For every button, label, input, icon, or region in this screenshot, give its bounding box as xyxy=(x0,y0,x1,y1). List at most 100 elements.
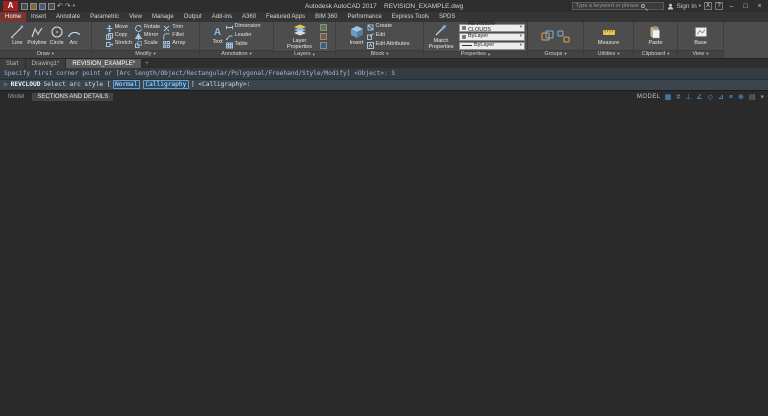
ribbon-tab-output[interactable]: Output xyxy=(179,12,207,22)
edit-attributes-button[interactable]: Edit Attributes xyxy=(367,42,410,49)
layer-isolate-icon[interactable] xyxy=(320,33,327,40)
panel-label-utilities[interactable]: Utilities▾ xyxy=(584,50,633,58)
layer-freeze-icon[interactable] xyxy=(320,42,327,49)
move-button[interactable]: Move xyxy=(106,25,132,32)
insert-button[interactable]: Insert xyxy=(350,25,364,46)
leader-button[interactable]: Leader xyxy=(226,33,261,40)
new-icon[interactable] xyxy=(21,3,28,10)
open-icon[interactable] xyxy=(30,3,37,10)
match-properties-button[interactable]: Match Properties xyxy=(426,23,456,50)
application-menu-button[interactable]: A xyxy=(3,1,18,11)
ribbon-tab-home[interactable]: Home xyxy=(0,12,26,22)
panel-label-clipboard[interactable]: Clipboard▾ xyxy=(634,50,677,58)
array-button[interactable]: Array xyxy=(163,41,185,48)
table-icon xyxy=(226,42,233,49)
panel-label-annotation[interactable]: Annotation▾ xyxy=(200,50,273,58)
panel-label-groups[interactable]: Groups▾ xyxy=(528,50,583,58)
command-line[interactable]: Specify first corner point or [Arc lengt… xyxy=(0,68,768,90)
linetype-dropdown[interactable]: ByLayer ▾ xyxy=(459,42,525,50)
minimize-button[interactable]: – xyxy=(726,1,737,11)
scale-button[interactable]: Scale xyxy=(135,41,160,48)
layer-properties-button[interactable]: Layer Properties xyxy=(283,23,317,50)
ribbon-tab-express-tools[interactable]: Express Tools xyxy=(387,12,434,22)
layout-tab-sections-and-details[interactable]: SECTIONS AND DETAILS xyxy=(32,93,113,101)
model-space-indicator[interactable]: MODEL xyxy=(637,94,661,100)
panel-label-modify[interactable]: Modify▾ xyxy=(92,50,199,58)
group-icon[interactable] xyxy=(541,30,554,43)
ribbon-tab-addins[interactable]: Add-ins xyxy=(207,12,237,22)
osnap-icon[interactable]: ◇ xyxy=(707,94,714,101)
grid-icon[interactable]: ▦ xyxy=(664,94,673,101)
plot-icon[interactable] xyxy=(48,3,55,10)
exchange-apps-icon[interactable]: X xyxy=(704,2,712,10)
circle-button[interactable]: Circle xyxy=(50,25,64,46)
layout-tab-model[interactable]: Model xyxy=(3,93,29,101)
qat-dropdown-icon[interactable]: ▾ xyxy=(73,3,75,9)
command-prompt-row[interactable]: ▷ REVCLOUD Select arc style [ Normal Cal… xyxy=(0,79,768,91)
ungroup-icon[interactable] xyxy=(557,30,570,43)
paste-button[interactable]: Paste xyxy=(648,25,662,46)
text-button[interactable]: A Text xyxy=(212,27,222,45)
polyline-button[interactable]: Polyline xyxy=(27,25,46,46)
layer-dropdown[interactable]: REVISION-CLOUDS ▾ xyxy=(459,24,525,32)
panel-label-block[interactable]: Block▾ xyxy=(336,50,423,58)
save-icon[interactable] xyxy=(39,3,46,10)
circle-icon xyxy=(50,25,64,39)
table-button[interactable]: Table xyxy=(226,42,261,49)
fillet-button[interactable]: Fillet xyxy=(163,33,185,40)
undo-icon[interactable]: ↶ xyxy=(57,3,63,10)
ortho-icon[interactable]: ⊥ xyxy=(684,94,692,101)
redo-icon[interactable]: ↷ xyxy=(65,3,71,10)
rotate-button[interactable]: Rotate xyxy=(135,25,160,32)
close-button[interactable]: × xyxy=(754,1,765,11)
panel-label-layers[interactable]: Layers▾ xyxy=(274,51,335,58)
sign-in-button[interactable]: Sign In ▾ xyxy=(667,3,701,10)
customization-icon[interactable]: ▾ xyxy=(759,94,765,101)
file-tab-revision-example[interactable]: REVISION_EXAMPLE* xyxy=(66,59,142,68)
measure-button[interactable]: Measure xyxy=(598,25,619,46)
snap-icon[interactable]: # xyxy=(675,94,681,101)
file-tab-drawing1[interactable]: Drawing1* xyxy=(26,59,67,68)
mirror-button[interactable]: Mirror xyxy=(135,33,160,40)
restore-button[interactable]: □ xyxy=(740,1,751,11)
copy-button[interactable]: Copy xyxy=(106,33,132,40)
panel-label-draw[interactable]: Draw▾ xyxy=(0,50,91,58)
ribbon-tab-performance[interactable]: Performance xyxy=(342,12,386,22)
ribbon-tab-a360[interactable]: A360 xyxy=(237,12,261,22)
edit-block-button[interactable]: Edit xyxy=(367,33,410,40)
dimension-button[interactable]: Dimension xyxy=(226,24,261,31)
object-color-dropdown[interactable]: ByLayer ▾ xyxy=(459,33,525,41)
command-customize-icon[interactable]: ▷ xyxy=(4,81,8,88)
panel-label-properties[interactable]: Properties▾ xyxy=(424,51,527,58)
command-option-calligraphy[interactable]: Calligraphy xyxy=(143,80,189,89)
layer-state-icon[interactable] xyxy=(320,24,327,31)
ribbon-tab-manage[interactable]: Manage xyxy=(147,12,179,22)
ribbon-tab-featured-apps[interactable]: Featured Apps xyxy=(261,12,310,22)
search-icon[interactable] xyxy=(641,4,645,8)
panel-label-view[interactable]: View▾ xyxy=(678,50,723,58)
ribbon-tab-annotate[interactable]: Annotate xyxy=(51,12,85,22)
object-snap-tracking-icon[interactable]: ⊿ xyxy=(717,94,725,101)
ribbon-tab-parametric[interactable]: Parametric xyxy=(85,12,124,22)
trim-button[interactable]: Trim xyxy=(163,25,185,32)
help-search-input[interactable]: Type a keyword or phrase xyxy=(572,2,664,10)
create-block-button[interactable]: Create xyxy=(367,24,410,31)
new-drawing-tab-button[interactable]: + xyxy=(142,59,152,68)
help-icon[interactable]: ? xyxy=(715,2,723,10)
lineweight-icon[interactable]: ≡ xyxy=(728,94,734,101)
line-button[interactable]: Line xyxy=(10,25,24,46)
file-tab-start[interactable]: Start xyxy=(0,59,26,68)
command-option-normal[interactable]: Normal xyxy=(113,80,140,89)
base-button[interactable]: Base xyxy=(694,25,708,46)
stretch-button[interactable]: Stretch xyxy=(106,41,132,48)
ribbon-tab-spds[interactable]: SPDS xyxy=(434,12,460,22)
ribbon-tab-bim360[interactable]: BIM 360 xyxy=(310,12,342,22)
arc-button[interactable]: Arc xyxy=(67,25,81,46)
panel-caret-icon: ▾ xyxy=(488,53,490,58)
ribbon-tab-insert[interactable]: Insert xyxy=(26,12,51,22)
isolate-objects-icon[interactable]: ▤ xyxy=(748,94,757,101)
ribbon-tab-view[interactable]: View xyxy=(124,12,147,22)
polyline-icon xyxy=(30,25,44,39)
transparency-icon[interactable]: ⊕ xyxy=(737,94,745,101)
polar-tracking-icon[interactable]: ∠ xyxy=(695,94,703,101)
